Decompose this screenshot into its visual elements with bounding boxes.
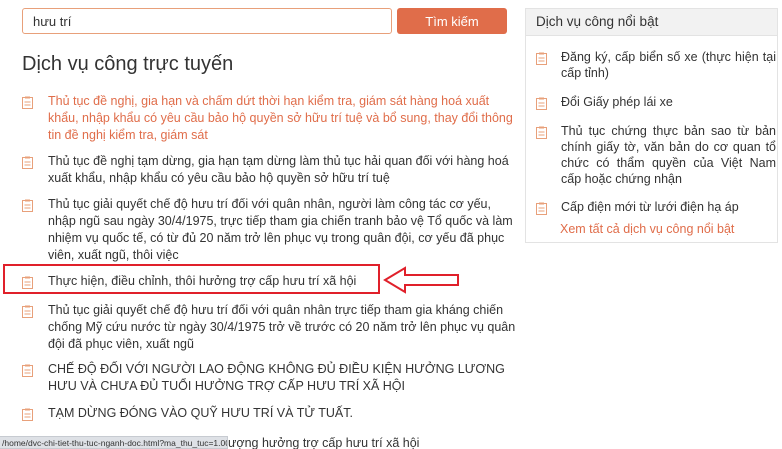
sidebar-item-label[interactable]: Đăng ký, cấp biển số xe (thực hiện tại c…: [561, 49, 776, 81]
sidebar-item[interactable]: Cấp điện mới từ lưới điện hạ áp: [536, 199, 776, 216]
document-icon: [22, 96, 33, 109]
document-icon: [536, 52, 547, 65]
list-item-label[interactable]: CHẾ ĐỘ ĐỐI VỚI NGƯỜI LAO ĐỘNG KHÔNG ĐỦ Đ…: [48, 361, 517, 395]
list-item[interactable]: Thủ tục giải quyết chế độ hưu trí đối vớ…: [22, 196, 517, 264]
sidebar-item-label[interactable]: Cấp điện mới từ lưới điện hạ áp: [561, 199, 776, 215]
list-item-label[interactable]: Thủ tục giải quyết chế độ hưu trí đối vớ…: [48, 196, 517, 264]
list-item-label[interactable]: ượng hưởng trợ cấp hưu trí xã hội: [228, 435, 517, 449]
document-icon: [536, 202, 547, 215]
search-input[interactable]: [22, 8, 392, 34]
highlight-annotation-box: [3, 264, 380, 294]
document-icon: [536, 97, 547, 110]
page-title: Dịch vụ công trực tuyến: [22, 53, 234, 75]
sidebar-item[interactable]: Đổi Giấy phép lái xe: [536, 94, 776, 111]
list-item[interactable]: CHẾ ĐỘ ĐỐI VỚI NGƯỜI LAO ĐỘNG KHÔNG ĐỦ Đ…: [22, 361, 517, 395]
search-button[interactable]: Tìm kiếm: [397, 8, 507, 34]
featured-services-title: Dịch vụ công nổi bật: [526, 9, 777, 36]
document-icon: [22, 199, 33, 212]
sidebar-item[interactable]: Đăng ký, cấp biển số xe (thực hiện tại c…: [536, 49, 776, 83]
status-bar-url: /home/dvc-chi-tiet-thu-tuc-nganh-doc.htm…: [0, 436, 228, 449]
sidebar-item-label[interactable]: Thủ tục chứng thực bản sao từ bản chính …: [561, 123, 776, 187]
list-item-label[interactable]: Thủ tục giải quyết chế độ hưu trí đối vớ…: [48, 302, 517, 353]
left-arrow-annotation-icon: [383, 266, 459, 294]
document-icon: [22, 305, 33, 318]
list-item-label[interactable]: Thủ tục đề nghị tạm dừng, gia hạn tạm dừ…: [48, 153, 517, 187]
list-item[interactable]: Thủ tục giải quyết chế độ hưu trí đối vớ…: [22, 302, 517, 352]
document-icon: [22, 408, 33, 421]
see-all-featured-link[interactable]: Xem tất cả dịch vụ công nổi bật: [560, 222, 734, 236]
sidebar-item-label[interactable]: Đổi Giấy phép lái xe: [561, 94, 776, 110]
document-icon: [22, 156, 33, 169]
list-item[interactable]: Thủ tục đề nghị tạm dừng, gia hạn tạm dừ…: [22, 153, 517, 187]
document-icon: [536, 126, 547, 139]
list-item[interactable]: Thủ tục đề nghị, gia hạn và chấm dứt thờ…: [22, 93, 517, 145]
list-item[interactable]: TẠM DỪNG ĐÓNG VÀO QUỸ HƯU TRÍ VÀ TỬ TUẤT…: [22, 405, 517, 422]
featured-services-panel: Dịch vụ công nổi bật Đăng ký, cấp biển s…: [525, 8, 778, 243]
list-item-label[interactable]: TẠM DỪNG ĐÓNG VÀO QUỸ HƯU TRÍ VÀ TỬ TUẤT…: [48, 405, 517, 422]
sidebar-item[interactable]: Thủ tục chứng thực bản sao từ bản chính …: [536, 123, 776, 191]
document-icon: [22, 364, 33, 377]
list-item-label[interactable]: Thủ tục đề nghị, gia hạn và chấm dứt thờ…: [48, 93, 517, 144]
